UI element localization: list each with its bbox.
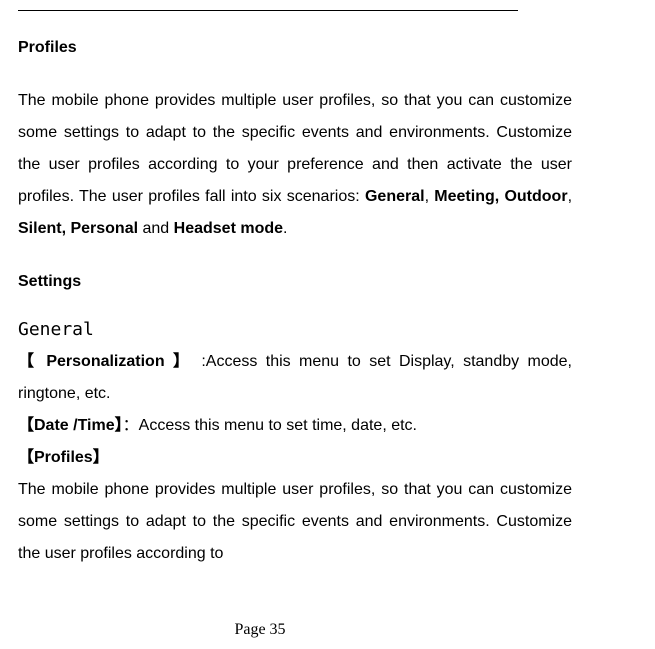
datetime-label: 【Date /Time】 <box>18 417 123 434</box>
scenario-headset: Headset mode <box>174 220 283 237</box>
sep: , <box>425 188 435 205</box>
profiles-heading: Profiles <box>18 39 572 57</box>
general-subheading: General <box>18 319 572 340</box>
datetime-text: Access this menu to set time, date, etc. <box>139 417 417 434</box>
datetime-block: 【Date /Time】：Access this menu to set tim… <box>18 410 572 442</box>
sep: , <box>568 188 572 205</box>
period: . <box>283 220 287 237</box>
profiles-sub-label: 【Profiles】 <box>18 449 109 466</box>
scenario-silent-personal: Silent, Personal <box>18 220 138 237</box>
and-word: and <box>138 220 174 237</box>
profiles-sub-para: The mobile phone provides multiple user … <box>18 474 572 570</box>
profiles-sub-block: 【Profiles】 <box>18 442 572 474</box>
datetime-colon: ： <box>123 417 139 434</box>
scenario-general: General <box>365 188 425 205</box>
settings-heading: Settings <box>18 273 572 291</box>
page-number: Page 35 <box>0 621 520 639</box>
page-content: Profiles The mobile phone provides multi… <box>10 39 580 570</box>
top-divider <box>18 10 518 11</box>
personalization-label: 【 Personalization 】 <box>18 353 193 370</box>
scenario-meeting-outdoor: Meeting, Outdoor <box>434 188 567 205</box>
personalization-block: 【 Personalization 】 :Access this menu to… <box>18 346 572 410</box>
profiles-intro: The mobile phone provides multiple user … <box>18 85 572 245</box>
